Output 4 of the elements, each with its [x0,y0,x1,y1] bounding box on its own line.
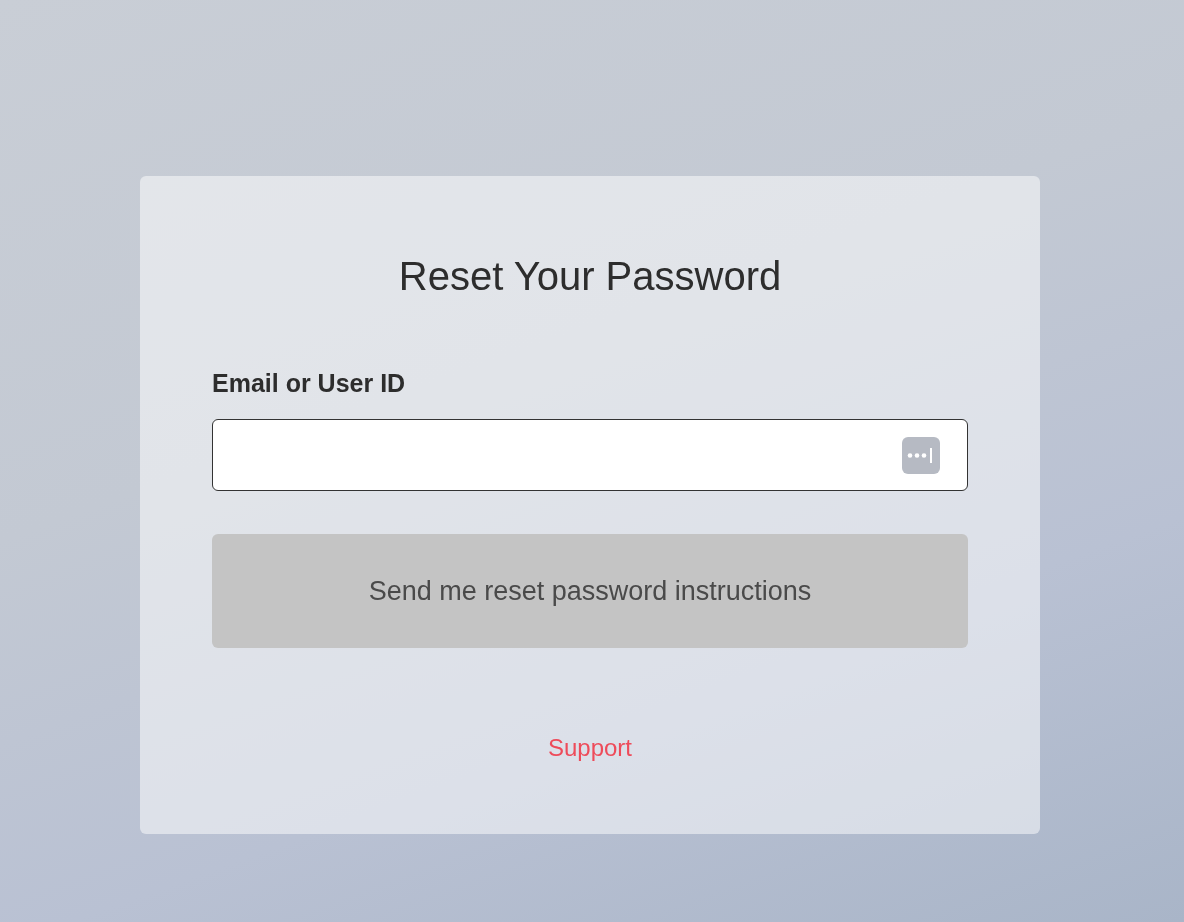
page-title: Reset Your Password [398,253,782,300]
field-label: Email or User ID [212,368,407,399]
support-link[interactable]: Support [547,730,633,766]
email-field[interactable] [212,419,968,491]
